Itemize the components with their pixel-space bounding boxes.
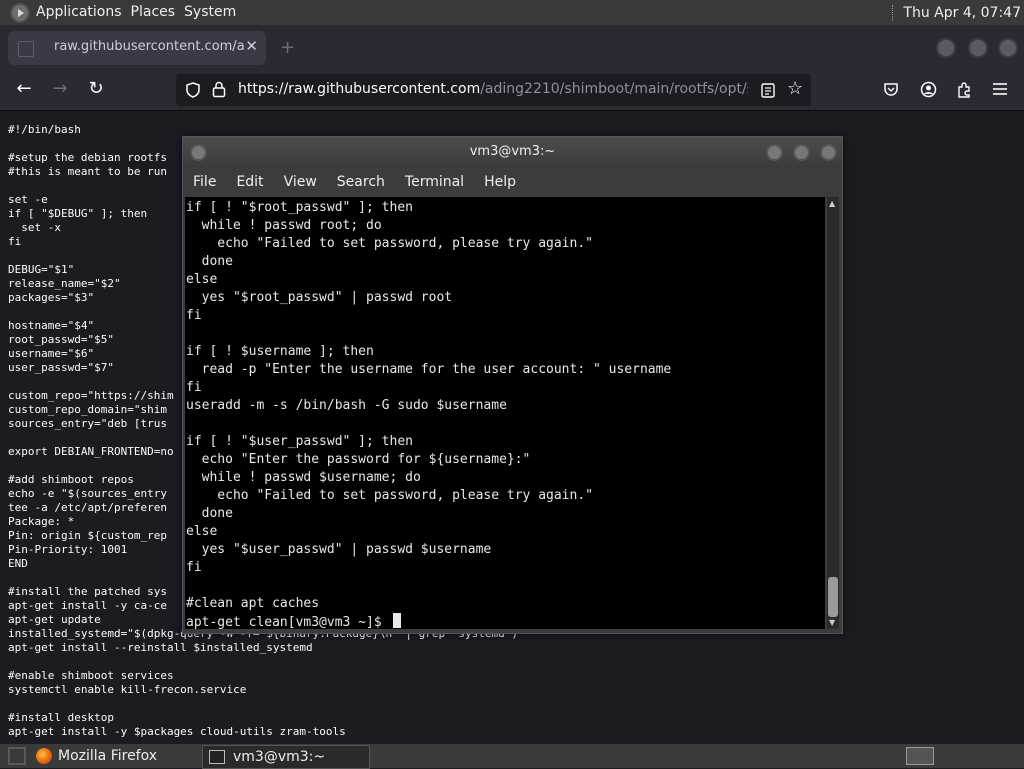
- terminal-menubar: File Edit View Search Terminal Help: [183, 167, 842, 197]
- terminal-titlebar[interactable]: vm3@vm3:~: [183, 137, 842, 167]
- taskbar-terminal[interactable]: vm3@vm3:~: [202, 745, 370, 769]
- url-host: https://raw.githubusercontent.com: [238, 81, 481, 97]
- terminal-menu-view[interactable]: View: [274, 174, 327, 190]
- close-window-button[interactable]: [998, 38, 1018, 58]
- new-tab-icon[interactable]: +: [280, 39, 295, 57]
- maximize-window-button[interactable]: [968, 38, 988, 58]
- workspace-switcher[interactable]: [906, 747, 934, 765]
- terminal-menu-terminal[interactable]: Terminal: [395, 174, 474, 190]
- top-panel: Applications Places System Thu Apr 4, 07…: [0, 0, 1024, 25]
- panel-separator: [892, 4, 895, 21]
- minimize-window-button[interactable]: [936, 38, 956, 58]
- terminal-minimize-button[interactable]: [766, 144, 783, 161]
- tab-favicon-icon: [18, 41, 34, 57]
- terminal-menu-help[interactable]: Help: [474, 174, 526, 190]
- reader-view-icon[interactable]: [761, 83, 775, 98]
- terminal-scrollbar[interactable]: ▲ ▼: [827, 197, 839, 629]
- taskbar-firefox-label: Mozilla Firefox: [58, 748, 158, 764]
- scroll-down-arrow-icon[interactable]: ▼: [829, 618, 835, 627]
- firefox-icon: [36, 748, 52, 764]
- terminal-prompt: apt-get clean[vm3@vm3 ~]$: [186, 615, 390, 629]
- terminal-cursor: [392, 613, 401, 628]
- terminal-output[interactable]: if [ ! "$root_passwd" ]; then while ! pa…: [185, 197, 825, 629]
- forward-icon[interactable]: →: [48, 78, 72, 100]
- url-path: /ading2210/shimboot/main/rootfs/opt/setu…: [480, 81, 748, 97]
- pocket-icon[interactable]: [883, 82, 899, 97]
- terminal-menu-search[interactable]: Search: [327, 174, 395, 190]
- terminal-menu-edit[interactable]: Edit: [226, 174, 273, 190]
- clock[interactable]: Thu Apr 4, 07:47: [903, 5, 1021, 21]
- tab-title: raw.githubusercontent.com/adi: [54, 39, 244, 54]
- firefox-tab-bar: raw.githubusercontent.com/adi ✕ +: [0, 25, 1024, 70]
- applications-logo-icon[interactable]: [10, 2, 30, 23]
- terminal-menu-file[interactable]: File: [183, 174, 226, 190]
- taskbar-terminal-label: vm3@vm3:~: [233, 749, 326, 765]
- account-icon[interactable]: [920, 81, 937, 98]
- show-desktop-icon[interactable]: [8, 747, 26, 765]
- terminal-text: if [ ! "$root_passwd" ]; then while ! pa…: [186, 200, 672, 611]
- hamburger-menu-icon[interactable]: [992, 82, 1008, 96]
- terminal-prompt-line: apt-get clean[vm3@vm3 ~]$: [185, 613, 825, 629]
- browser-tab[interactable]: raw.githubusercontent.com/adi ✕: [8, 31, 266, 65]
- bottom-panel: Mozilla Firefox vm3@vm3:~: [0, 744, 1024, 769]
- back-icon[interactable]: ←: [12, 78, 36, 100]
- shield-icon[interactable]: [185, 82, 201, 98]
- menu-places[interactable]: Places: [131, 0, 185, 25]
- url-bar[interactable]: https://raw.githubusercontent.com/ading2…: [176, 74, 811, 106]
- bookmark-star-icon[interactable]: ☆: [787, 78, 803, 99]
- reload-icon[interactable]: ↻: [84, 78, 108, 100]
- lock-icon[interactable]: [212, 81, 226, 98]
- terminal-title: vm3@vm3:~: [469, 144, 556, 159]
- firefox-toolbar: ← → ↻ https://raw.githubusercontent.com/…: [0, 70, 1024, 111]
- terminal-close-button[interactable]: [820, 144, 837, 161]
- scroll-up-arrow-icon[interactable]: ▲: [829, 199, 835, 208]
- menu-applications[interactable]: Applications: [36, 0, 131, 25]
- terminal-icon: [209, 750, 225, 764]
- url-text[interactable]: https://raw.githubusercontent.com/ading2…: [238, 81, 748, 97]
- extensions-icon[interactable]: [956, 81, 973, 98]
- terminal-window: vm3@vm3:~ File Edit View Search Terminal…: [182, 136, 843, 634]
- terminal-maximize-button[interactable]: [793, 144, 810, 161]
- close-tab-icon[interactable]: ✕: [245, 37, 258, 55]
- menu-system[interactable]: System: [184, 0, 245, 25]
- taskbar-firefox[interactable]: Mozilla Firefox: [2, 745, 198, 767]
- scrollbar-thumb[interactable]: [828, 577, 838, 617]
